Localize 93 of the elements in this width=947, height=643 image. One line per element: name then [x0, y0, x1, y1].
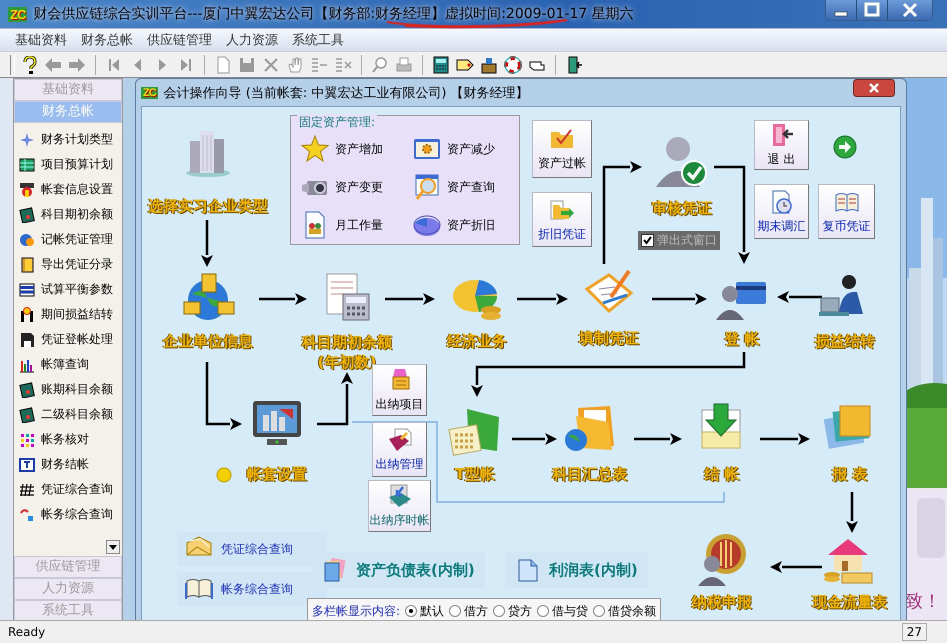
tool-button[interactable]: 资产过帐: [532, 120, 592, 178]
app-logo: ZC: [141, 86, 158, 98]
globe-icon: [19, 232, 35, 248]
grid-icon: [19, 156, 35, 172]
radio-option[interactable]: 借与贷: [537, 602, 588, 620]
sidebar-item[interactable]: 财务结帐: [14, 452, 122, 477]
group-title: 固定资产管理:: [297, 114, 378, 131]
documents-icon: [322, 557, 348, 583]
asset-item[interactable]: 资产增加: [301, 132, 413, 166]
menu-item[interactable]: 供应链管理: [140, 31, 219, 49]
arrow: [634, 433, 682, 445]
arrow: [517, 293, 568, 305]
lines-icon: [19, 282, 35, 298]
minimize-icon[interactable]: [826, 0, 857, 20]
stamp-icon: [19, 182, 35, 198]
notebook-icon: [19, 256, 35, 272]
radio-option[interactable]: 贷方: [493, 602, 532, 620]
arrow: [760, 433, 810, 445]
menu-item[interactable]: 人力资源: [219, 31, 285, 49]
tool-button[interactable]: 出纳管理: [372, 422, 427, 477]
ledger-icon: [19, 206, 35, 222]
sidebar-item[interactable]: 科目期初余额: [14, 202, 122, 227]
maximize-icon[interactable]: [857, 0, 888, 20]
hash-grid-icon: [19, 482, 35, 498]
window-title: 财会供应链综合实训平台---厦门中翼宏达公司【财务部:财务经理】虚拟时间:2009-01-17 星期六: [33, 5, 634, 23]
close-icon[interactable]: [888, 0, 932, 20]
monitor-icon: [19, 456, 35, 472]
radio-option[interactable]: 借方: [449, 602, 488, 620]
asset-item[interactable]: 资产折旧: [413, 208, 525, 242]
pillars-icon: [19, 306, 35, 322]
arrow: [777, 291, 822, 303]
sidebar-item[interactable]: 导出凭证分录: [14, 252, 122, 277]
arrow: [512, 433, 557, 445]
query-link[interactable]: 凭证综合查询: [177, 532, 327, 566]
arrow: [652, 293, 707, 305]
asset-item[interactable]: 资产查询: [413, 170, 525, 204]
menu-item[interactable]: 系统工具: [285, 31, 351, 49]
star-icon: [301, 135, 329, 163]
asset-item[interactable]: 资产变更: [301, 170, 413, 204]
radio-option[interactable]: 借贷余额: [593, 602, 656, 620]
sidebar-item[interactable]: 帐簿查询: [14, 352, 122, 377]
arrow: [259, 293, 307, 305]
window-title: 会计操作向导 (当前帐套: 中翼宏达工业有限公司) 【财务经理】: [164, 84, 529, 102]
arrow: [201, 220, 213, 267]
app-logo: ZC: [8, 6, 28, 22]
status-dot: [216, 467, 232, 483]
sidebar-item[interactable]: 二级科目余额: [14, 402, 122, 427]
tool-button[interactable]: 出纳序时帐: [368, 480, 431, 532]
checkmark-icon: [642, 235, 653, 246]
status-text: 27: [902, 623, 927, 641]
sidebar-item[interactable]: 凭证登帐处理: [14, 327, 122, 352]
menu-item[interactable]: 基础资料: [8, 31, 74, 49]
report-link[interactable]: 利润表(内制): [505, 552, 648, 588]
sidebar-item[interactable]: 期间损益结转: [14, 302, 122, 327]
document-box-icon: [386, 426, 412, 452]
menu-item[interactable]: 财务总帐: [74, 31, 140, 49]
sidebar-item[interactable]: 账期科目余额: [14, 377, 122, 402]
sidebar-item[interactable]: 项目预算计划: [14, 152, 122, 177]
tool-button[interactable]: 退 出: [754, 120, 809, 170]
arrow: [385, 293, 435, 305]
asset-item[interactable]: 资产减少: [413, 132, 525, 166]
asset-item[interactable]: 月工作量: [301, 208, 413, 242]
tool-button[interactable]: 折旧凭证: [532, 192, 592, 247]
sidebar-item[interactable]: 帐套信息设置: [14, 177, 122, 202]
arrows-icon: [19, 506, 35, 522]
arrow: [317, 372, 353, 426]
query-link[interactable]: 帐务综合查询: [177, 572, 327, 606]
ledger-icon: [19, 406, 35, 422]
ledger-icon: [19, 382, 35, 398]
close-icon[interactable]: [853, 79, 895, 97]
scroll-down-button[interactable]: [106, 540, 120, 554]
status-text: Ready: [7, 625, 46, 639]
download-tray-icon: [386, 483, 412, 509]
sidebar-item[interactable]: 财务计划类型: [14, 127, 122, 152]
tool-button[interactable]: 期末调汇: [754, 184, 809, 239]
dots-icon: [19, 432, 35, 448]
compass-icon: [19, 132, 35, 148]
sidebar-item[interactable]: 帐务核对: [14, 427, 122, 452]
report-link[interactable]: 资产负债表(内制): [312, 552, 485, 588]
sidebar-item[interactable]: 试算平衡参数: [14, 277, 122, 302]
calculator-icon[interactable]: [431, 54, 451, 74]
radio-option[interactable]: 默认: [405, 602, 444, 620]
tool-button[interactable]: 复币凭证: [818, 184, 875, 239]
tool-button[interactable]: 出纳项目: [372, 364, 427, 416]
sidebar-item[interactable]: 凭证综合查询: [14, 477, 122, 502]
sidebar-item[interactable]: 帐务综合查询: [14, 502, 122, 527]
arrow: [206, 362, 242, 430]
arrow: [846, 492, 858, 533]
arrow: [770, 561, 822, 573]
lifebuoy-icon[interactable]: [503, 54, 523, 74]
printer-icon[interactable]: [394, 54, 414, 74]
sidebar-item[interactable]: 记帐凭证管理: [14, 227, 122, 252]
magnifier-document-icon: [413, 173, 441, 201]
